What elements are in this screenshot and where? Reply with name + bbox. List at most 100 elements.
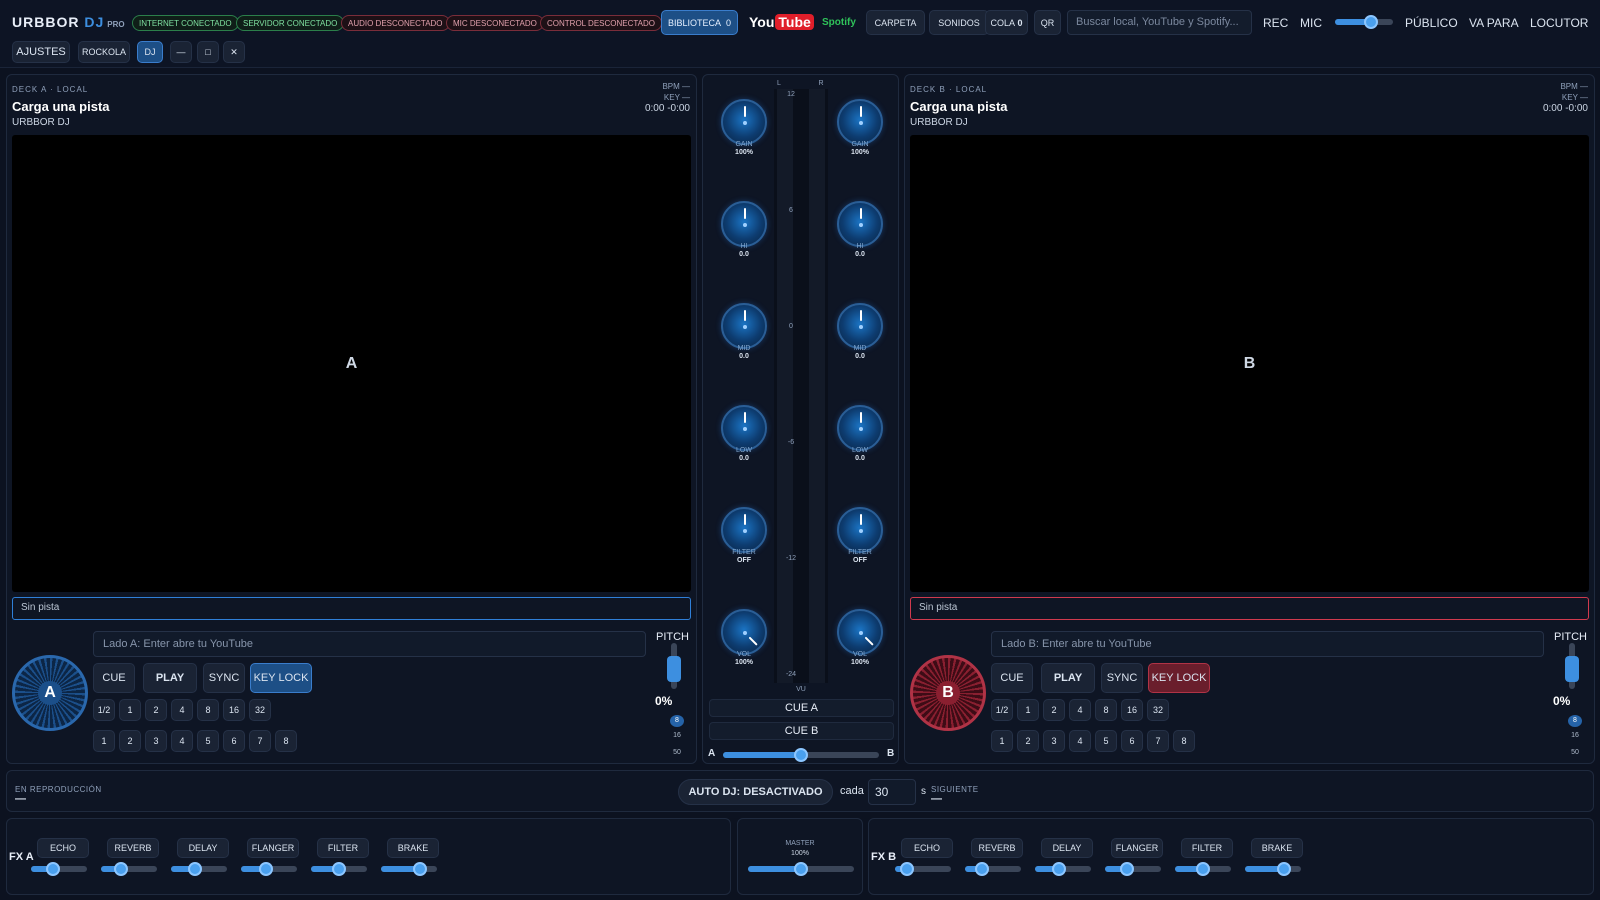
deck-a-range-50[interactable]: 50	[670, 749, 684, 756]
minimize-icon[interactable]: —	[170, 41, 192, 63]
deck-a-loop-6[interactable]: 32	[249, 699, 271, 721]
mic-button[interactable]: MIC	[1300, 16, 1322, 30]
deck-a-hotcue-6[interactable]: 6	[223, 730, 245, 752]
knob-r-low[interactable]	[837, 405, 883, 451]
slider-thumb[interactable]	[187, 862, 202, 876]
fx-b-flanger-slider[interactable]	[1105, 862, 1161, 876]
fx-b-flanger-button[interactable]: FLANGER	[1111, 838, 1163, 858]
mic-level-slider[interactable]	[1335, 15, 1393, 29]
fx-a-filter-slider[interactable]	[311, 862, 367, 876]
deck-a-cue-button[interactable]: CUE	[93, 663, 135, 693]
fx-b-filter-button[interactable]: FILTER	[1181, 838, 1233, 858]
knob-r-mid[interactable]	[837, 303, 883, 349]
deck-b-youtube-input[interactable]: Lado B: Enter abre tu YouTube	[991, 631, 1544, 657]
fx-a-reverb-slider[interactable]	[101, 862, 157, 876]
deck-b-hotcue-6[interactable]: 6	[1121, 730, 1143, 752]
deck-a-hotcue-5[interactable]: 5	[197, 730, 219, 752]
sonidos-button[interactable]: SONIDOS	[929, 10, 989, 35]
knob-l-gain[interactable]	[721, 99, 767, 145]
deck-a-track-bar[interactable]: Sin pista	[12, 597, 691, 620]
ajustes-button[interactable]: AJUSTES	[12, 41, 70, 63]
carpeta-button[interactable]: CARPETA	[866, 10, 925, 35]
knob-l-mid[interactable]	[721, 303, 767, 349]
deck-a-hotcue-4[interactable]: 4	[171, 730, 193, 752]
fx-a-echo-button[interactable]: ECHO	[37, 838, 89, 858]
master-thumb[interactable]	[794, 862, 808, 876]
deck-b-range-16[interactable]: 16	[1568, 732, 1582, 739]
cola-button[interactable]: COLA 0	[985, 10, 1028, 35]
fx-a-brake-button[interactable]: BRAKE	[387, 838, 439, 858]
crossfader-thumb[interactable]	[794, 748, 808, 762]
slider-thumb[interactable]	[113, 862, 128, 876]
rockola-button[interactable]: ROCKOLA	[78, 41, 130, 63]
deck-b-loop-0[interactable]: 1/2	[991, 699, 1013, 721]
deck-b-sync-button[interactable]: SYNC	[1101, 663, 1143, 693]
deck-a-video[interactable]: A	[12, 135, 691, 592]
fx-a-flanger-button[interactable]: FLANGER	[247, 838, 299, 858]
deck-a-hotcue-3[interactable]: 3	[145, 730, 167, 752]
deck-b-hotcue-2[interactable]: 2	[1017, 730, 1039, 752]
fx-b-reverb-slider[interactable]	[965, 862, 1021, 876]
deck-b-loop-1[interactable]: 1	[1017, 699, 1039, 721]
knob-r-hi[interactable]	[837, 201, 883, 247]
fx-b-echo-button[interactable]: ECHO	[901, 838, 953, 858]
deck-b-hotcue-3[interactable]: 3	[1043, 730, 1065, 752]
crossfader[interactable]	[723, 748, 879, 762]
deck-b-loop-4[interactable]: 8	[1095, 699, 1117, 721]
knob-r-filter[interactable]	[837, 507, 883, 553]
fx-a-filter-button[interactable]: FILTER	[317, 838, 369, 858]
deck-a-platter[interactable]: A	[12, 655, 88, 731]
qr-button[interactable]: QR	[1034, 10, 1061, 35]
knob-r-gain[interactable]	[837, 99, 883, 145]
deck-a-loop-0[interactable]: 1/2	[93, 699, 115, 721]
fx-b-brake-slider[interactable]	[1245, 862, 1301, 876]
slider-thumb[interactable]	[1196, 862, 1210, 876]
publico-button[interactable]: PÚBLICO	[1405, 16, 1458, 30]
deck-b-loop-5[interactable]: 16	[1121, 699, 1143, 721]
slider-thumb[interactable]	[900, 862, 915, 876]
slider-thumb[interactable]	[332, 862, 346, 876]
slider-thumb[interactable]	[46, 862, 61, 876]
slider-thumb[interactable]	[1051, 862, 1066, 876]
deck-a-hotcue-1[interactable]: 1	[93, 730, 115, 752]
deck-a-sync-button[interactable]: SYNC	[203, 663, 245, 693]
fx-a-flanger-slider[interactable]	[241, 862, 297, 876]
fx-b-filter-slider[interactable]	[1175, 862, 1231, 876]
deck-b-pitch-thumb[interactable]	[1565, 656, 1579, 682]
locutor-button[interactable]: LOCUTOR	[1530, 16, 1588, 30]
deck-a-pitch-thumb[interactable]	[667, 656, 681, 682]
knob-l-low[interactable]	[721, 405, 767, 451]
mic-level-thumb[interactable]	[1363, 15, 1378, 29]
deck-a-loop-5[interactable]: 16	[223, 699, 245, 721]
cue-a-button[interactable]: CUE A	[709, 699, 894, 717]
va-para-button[interactable]: VA PARA	[1469, 16, 1519, 30]
deck-b-play-button[interactable]: PLAY	[1041, 663, 1095, 693]
fx-b-brake-button[interactable]: BRAKE	[1251, 838, 1303, 858]
cue-b-button[interactable]: CUE B	[709, 722, 894, 740]
deck-b-hotcue-8[interactable]: 8	[1173, 730, 1195, 752]
deck-a-range-16[interactable]: 16	[670, 732, 684, 739]
rec-button[interactable]: REC	[1263, 16, 1288, 30]
deck-a-keylock-button[interactable]: KEY LOCK	[250, 663, 312, 693]
fx-b-delay-button[interactable]: DELAY	[1041, 838, 1093, 858]
deck-a-loop-4[interactable]: 8	[197, 699, 219, 721]
deck-a-play-button[interactable]: PLAY	[143, 663, 197, 693]
deck-b-keylock-button[interactable]: KEY LOCK	[1148, 663, 1210, 693]
biblioteca-button[interactable]: BIBLIOTECA 0	[661, 10, 738, 35]
deck-a-loop-2[interactable]: 2	[145, 699, 167, 721]
slider-thumb[interactable]	[974, 862, 989, 876]
fx-a-brake-slider[interactable]	[381, 862, 437, 876]
deck-b-track-bar[interactable]: Sin pista	[910, 597, 1589, 620]
deck-a-youtube-input[interactable]: Lado A: Enter abre tu YouTube	[93, 631, 646, 657]
deck-a-loop-1[interactable]: 1	[119, 699, 141, 721]
dj-mode-button[interactable]: DJ	[137, 41, 163, 63]
close-icon[interactable]: ✕	[223, 41, 245, 63]
deck-a-hotcue-2[interactable]: 2	[119, 730, 141, 752]
deck-a-range-8[interactable]: 8	[670, 715, 684, 727]
slider-thumb[interactable]	[1277, 862, 1292, 876]
deck-b-loop-6[interactable]: 32	[1147, 699, 1169, 721]
auto-dj-button[interactable]: AUTO DJ: DESACTIVADO	[678, 779, 833, 805]
deck-b-loop-3[interactable]: 4	[1069, 699, 1091, 721]
deck-b-range-50[interactable]: 50	[1568, 749, 1582, 756]
deck-b-hotcue-4[interactable]: 4	[1069, 730, 1091, 752]
